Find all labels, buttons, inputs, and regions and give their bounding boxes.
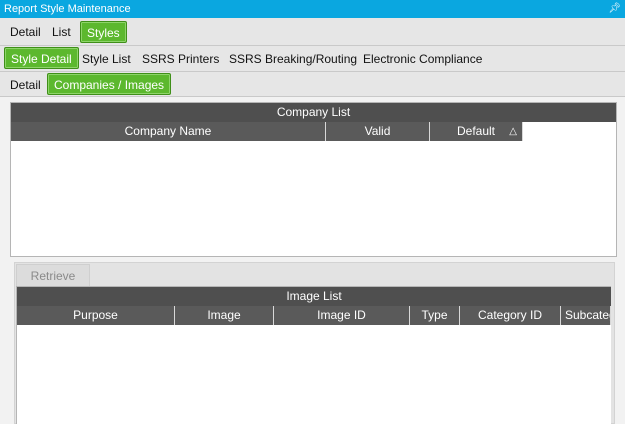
image-list-grid[interactable]: Image List Purpose Image Image ID Type C… [16, 286, 611, 424]
column-purpose[interactable]: Purpose [17, 306, 175, 325]
window-title-bar: Report Style Maintenance 📌︎ [0, 0, 625, 18]
tab-detail[interactable]: Detail [4, 21, 47, 43]
detail-tab-bar: Detail Companies / Images [0, 72, 625, 97]
top-tab-bar: Detail List Styles [0, 18, 625, 46]
column-image[interactable]: Image [175, 306, 274, 325]
column-image-id[interactable]: Image ID [274, 306, 410, 325]
company-list-header: Company Name Valid Default △ [11, 122, 523, 141]
tab-ssrs-breaking-routing[interactable]: SSRS Breaking/Routing [223, 48, 363, 70]
retrieve-button[interactable]: Retrieve [16, 264, 90, 286]
tab-styles[interactable]: Styles [80, 21, 127, 43]
company-list-grid[interactable]: Company List Company Name Valid Default … [10, 102, 617, 257]
column-default[interactable]: Default △ [430, 122, 523, 141]
column-valid[interactable]: Valid [326, 122, 430, 141]
tab-ssrs-printers[interactable]: SSRS Printers [136, 48, 225, 70]
tab-list[interactable]: List [46, 21, 77, 43]
pin-icon[interactable]: 📌︎ [608, 0, 621, 18]
sort-ascending-icon[interactable]: △ [509, 122, 517, 141]
company-list-caption: Company List [11, 103, 616, 122]
tab-detail-sub[interactable]: Detail [4, 74, 47, 96]
column-subcategory[interactable]: Subcateg [561, 306, 611, 325]
tab-style-list[interactable]: Style List [76, 48, 137, 70]
column-type[interactable]: Type [410, 306, 460, 325]
tab-companies-images[interactable]: Companies / Images [47, 73, 172, 95]
column-company-name[interactable]: Company Name [11, 122, 326, 141]
image-list-header: Purpose Image Image ID Type Category ID … [17, 306, 611, 325]
tab-style-detail[interactable]: Style Detail [4, 47, 79, 69]
column-category-id[interactable]: Category ID [460, 306, 561, 325]
tab-electronic-compliance[interactable]: Electronic Compliance [357, 48, 488, 70]
window-title: Report Style Maintenance [4, 3, 131, 15]
image-list-caption: Image List [17, 287, 611, 306]
column-default-label: Default [456, 124, 496, 138]
style-tab-bar: Style Detail Style List SSRS Printers SS… [0, 46, 625, 72]
